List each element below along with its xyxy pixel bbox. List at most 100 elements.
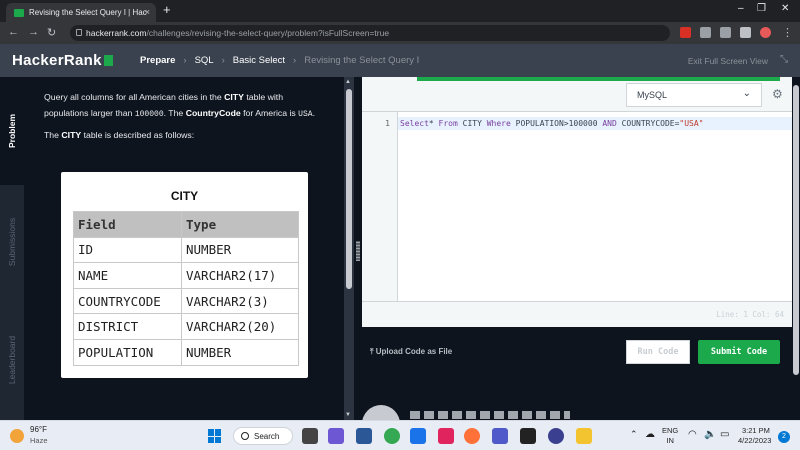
input-language[interactable]: ENG IN [662,426,678,446]
teams-icon[interactable] [492,428,508,444]
crumb-prepare[interactable]: Prepare [140,55,175,66]
crumb-sql[interactable]: SQL [195,55,214,66]
tray-chevron-up-icon[interactable]: ⌃ [630,429,638,440]
back-arrow-icon[interactable]: ← [8,26,19,38]
volume-icon[interactable]: 🔈 [704,429,716,440]
app-icon[interactable] [438,428,454,444]
cloud-icon[interactable]: ☁ [645,429,655,440]
hackerrank-logo[interactable]: HackerRank [12,52,113,69]
browser-menu-icon[interactable]: ⋮ [782,26,793,39]
breadcrumb: Prepare › SQL › Basic Select › Revising … [140,55,419,66]
tab-problem[interactable]: Problem [0,77,24,185]
forward-arrow-icon[interactable]: → [28,26,39,38]
chat-icon[interactable] [328,428,344,444]
table-cell: VARCHAR2(3) [181,287,299,315]
browser-tab[interactable]: Revising the Select Query I | Hac × [6,3,156,22]
code-editor[interactable]: 1 Select* From CITY Where POPULATION>100… [362,111,800,302]
exit-fullscreen-link[interactable]: Exit Full Screen View [688,56,768,66]
scroll-up-icon[interactable]: ▲ [345,79,351,85]
wifi-icon[interactable]: ◠ [688,429,697,440]
chevron-right-icon: › [221,55,225,66]
taskbar: 96°F Haze Search ⌃ ☁ ENG IN ◠ 🔈 ▭ 3:21 PM… [0,420,800,450]
table-row: ID NUMBER [73,236,299,264]
city-schema-table: Field Type ID NUMBER NAME VARCHAR2(17) COU… [73,211,299,366]
table-cell: NUMBER [181,236,299,264]
table-row: DISTRICT VARCHAR2(20) [73,313,299,340]
app-icon[interactable] [410,428,426,444]
site-header: HackerRank Prepare › SQL › Basic Select … [0,44,800,77]
run-code-button[interactable]: Run Code [626,340,690,364]
column-header: Field [73,211,182,238]
language-select[interactable]: MySQL ⌄ [626,83,762,107]
app-icon[interactable] [548,428,564,444]
result-text [410,411,570,419]
drag-handle-icon[interactable] [356,241,360,261]
pane-divider[interactable] [354,77,362,420]
clock-time[interactable]: 3:21 PM [742,426,770,435]
problem-scrollbar[interactable]: ▲ ▼ [344,77,354,420]
chrome-icon[interactable] [384,428,400,444]
task-view-icon[interactable] [302,428,318,444]
crumb-basic-select[interactable]: Basic Select [233,55,285,66]
line-gutter: 1 [362,112,398,302]
url-host: hackerrank.com [86,28,147,38]
collapse-fullscreen-icon[interactable]: ⤡ [780,54,788,65]
adblock-extension-icon[interactable] [680,27,691,38]
profile-avatar[interactable] [760,27,771,38]
tab-submissions[interactable]: Submissions [0,187,24,297]
windows-start-icon[interactable] [208,429,222,443]
new-tab-button[interactable]: + [163,2,171,17]
scrollbar-thumb[interactable] [346,89,352,289]
firefox-icon[interactable] [464,428,480,444]
sidebar-icon[interactable] [740,27,751,38]
url-path: /challenges/revising-the-select-query/pr… [146,28,390,38]
tab-close-icon[interactable]: × [145,7,150,17]
language-value: MySQL [637,90,668,100]
table-cell: ID [73,236,182,264]
address-bar-row: ← → ↻ hackerrank.com/challenges/revising… [0,22,800,44]
chevron-right-icon: › [183,55,187,66]
weather-sun-icon[interactable] [10,429,24,443]
battery-icon[interactable]: ▭ [720,429,729,440]
file-explorer-icon[interactable] [576,428,592,444]
gear-icon[interactable]: ⚙ [772,87,783,101]
table-cell: NUMBER [181,338,299,366]
scroll-down-icon[interactable]: ▼ [345,412,351,418]
side-tabs: Problem Submissions Leaderboard [0,77,24,420]
upload-code-link[interactable]: ⤒ Upload Code as File [370,347,452,357]
scrollbar-thumb[interactable] [793,85,799,375]
submit-code-button[interactable]: Submit Code [698,340,780,364]
minimize-button[interactable]: – [738,3,744,14]
tab-leaderboard[interactable]: Leaderboard [0,299,24,420]
test-results-preview [362,403,582,420]
crumb-current: Revising the Select Query I [304,55,420,66]
extensions-puzzle-icon[interactable] [700,27,711,38]
code-line[interactable]: Select* From CITY Where POPULATION>10000… [398,117,800,130]
table-row: COUNTRYCODE VARCHAR2(3) [73,287,299,315]
browser-tab-bar: Revising the Select Query I | Hac × + – … [0,0,800,22]
tab-title: Revising the Select Query I | Hac [29,8,147,17]
media-icon[interactable] [720,27,731,38]
result-icon [362,405,400,420]
table-cell: VARCHAR2(17) [181,262,299,289]
url-field[interactable]: hackerrank.com/challenges/revising-the-s… [70,25,670,41]
app-icon[interactable] [356,428,372,444]
window-close-button[interactable]: ✕ [781,3,789,14]
taskbar-search[interactable]: Search [233,427,293,445]
column-header: Type [181,211,299,238]
table-row: POPULATION NUMBER [73,338,299,366]
reload-icon[interactable]: ↻ [47,26,56,39]
notification-badge[interactable]: 2 [778,431,790,443]
problem-paragraph-2: The CITY table is described as follows: [44,130,195,140]
clock-date[interactable]: 4/22/2023 [738,436,771,445]
hackerrank-favicon-icon [14,8,24,17]
editor-scrollbar[interactable] [792,77,800,420]
table-cell: NAME [73,262,182,289]
line-number: 1 [385,119,390,128]
chevron-down-icon: ⌄ [742,88,751,99]
table-cell: POPULATION [73,338,182,366]
amazon-icon[interactable] [520,428,536,444]
maximize-button[interactable]: ❐ [757,3,766,14]
lock-icon [76,29,82,36]
city-table-image: CITY Field Type ID NUMBER NAME VARCHAR2(17… [61,172,308,378]
